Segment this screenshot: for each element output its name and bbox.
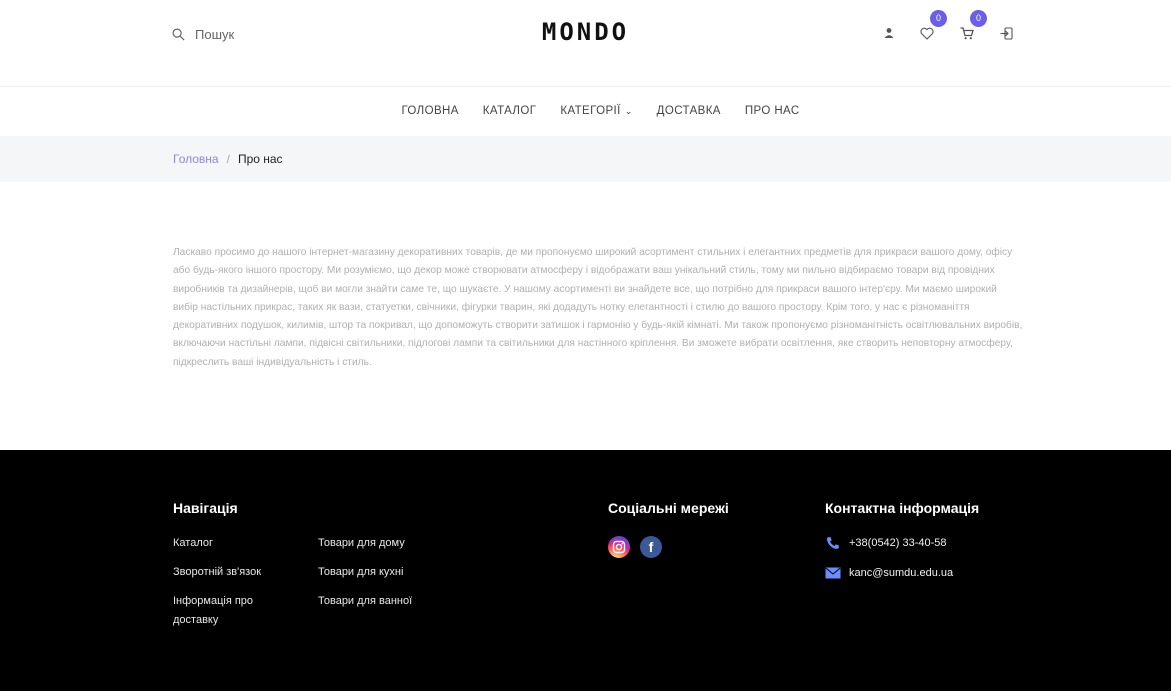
footer-link-bathroom-goods[interactable]: Товари для ванної xyxy=(318,592,468,630)
breadcrumb-separator: / xyxy=(226,152,230,166)
breadcrumb-current: Про нас xyxy=(237,152,283,166)
cart-badge: 0 xyxy=(970,10,987,27)
wishlist-badge: 0 xyxy=(930,10,947,27)
account-button[interactable] xyxy=(883,24,895,42)
footer-navigation-title: Навігація xyxy=(173,500,238,516)
about-text: Ласкаво просимо до нашого інтернет-магаз… xyxy=(173,247,1023,368)
nav-item-about[interactable]: ПРО НАС xyxy=(745,100,800,122)
footer-navigation: Навігація Каталог Товари для дому Зворот… xyxy=(173,500,473,630)
site-header: Пошук MONDO 0 0 xyxy=(0,0,1171,87)
nav-item-delivery[interactable]: ДОСТАВКА xyxy=(657,100,721,122)
contact-email: kanc@sumdu.edu.ua xyxy=(825,564,979,582)
footer-link-kitchen-goods[interactable]: Товари для кухні xyxy=(318,563,468,582)
sign-in-icon xyxy=(1000,26,1013,40)
nav-item-home[interactable]: ГОЛОВНА xyxy=(401,100,458,122)
wishlist-button[interactable]: 0 xyxy=(920,10,947,42)
logo-text: MONDO xyxy=(541,18,630,46)
footer-link-delivery-info[interactable]: Інформація про доставку xyxy=(173,592,283,630)
contact-phone: +38(0542) 33-40-58 xyxy=(825,534,979,552)
instagram-glyph xyxy=(612,540,626,554)
facebook-icon[interactable]: f xyxy=(640,536,662,558)
footer-social-title: Соціальні мережі xyxy=(608,500,729,516)
contact-phone-text[interactable]: +38(0542) 33-40-58 xyxy=(849,537,947,549)
breadcrumb-home-link[interactable]: Головна xyxy=(173,152,219,166)
main-navigation: ГОЛОВНА КАТАЛОГ КАТЕГОРІЇ ⌄ ДОСТАВКА ПРО… xyxy=(0,100,1171,122)
phone-icon xyxy=(827,537,839,549)
heart-icon xyxy=(920,27,934,40)
cart-button[interactable]: 0 xyxy=(960,10,987,42)
footer-link-catalog[interactable]: Каталог xyxy=(173,534,318,553)
footer-link-feedback[interactable]: Зворотній зв'язок xyxy=(173,563,318,582)
instagram-icon[interactable] xyxy=(608,536,630,558)
login-button[interactable] xyxy=(1000,24,1013,42)
header-actions: 0 0 xyxy=(880,10,1020,44)
footer-contact-title: Контактна інформація xyxy=(825,500,980,516)
contact-email-text[interactable]: kanc@sumdu.edu.ua xyxy=(849,567,953,579)
envelope-icon xyxy=(825,567,841,579)
footer-link-home-goods[interactable]: Товари для дому xyxy=(318,534,468,553)
chevron-down-icon: ⌄ xyxy=(624,105,633,116)
footer-social: Соціальні мережі f xyxy=(608,500,729,558)
user-icon xyxy=(884,28,894,38)
nav-item-categories-label: КАТЕГОРІЇ xyxy=(560,105,621,117)
site-footer: Навігація Каталог Товари для дому Зворот… xyxy=(0,450,1171,691)
nav-item-categories[interactable]: КАТЕГОРІЇ ⌄ xyxy=(560,100,632,122)
breadcrumb: Головна / Про нас xyxy=(0,136,1171,182)
footer-contact: Контактна інформація +38(0542) 33-40-58 … xyxy=(825,500,979,594)
cart-icon xyxy=(960,26,974,39)
nav-item-catalog[interactable]: КАТАЛОГ xyxy=(483,100,537,122)
